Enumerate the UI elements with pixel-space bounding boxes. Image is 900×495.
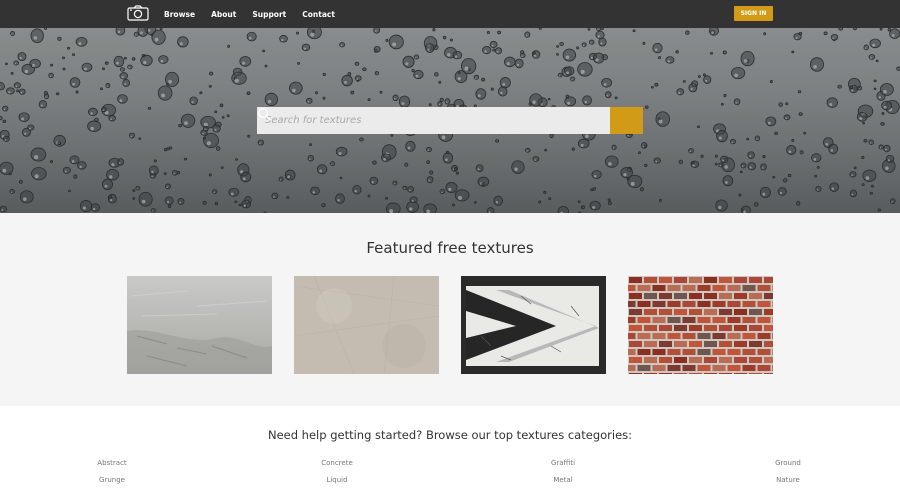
main-nav: Browse About Support Contact — [164, 0, 351, 28]
category-liquid[interactable]: Liquid — [297, 476, 377, 484]
category-grunge[interactable]: Grunge — [72, 476, 152, 484]
arrow-texture-thumbnail[interactable] — [461, 276, 606, 374]
category-nature[interactable]: Nature — [748, 476, 828, 484]
top-navigation-bar: Browse About Support Contact SIGN IN — [0, 0, 900, 28]
category-abstract[interactable]: Abstract — [72, 459, 152, 467]
paper-texture-thumbnail[interactable] — [294, 276, 439, 374]
search-bar — [257, 107, 643, 134]
category-graffiti[interactable]: Graffiti — [523, 459, 603, 467]
categories-title: Need help getting started? Browse our to… — [267, 428, 633, 442]
nav-contact[interactable]: Contact — [302, 10, 335, 19]
nav-browse[interactable]: Browse — [164, 10, 195, 19]
search-button[interactable] — [257, 107, 643, 134]
category-concrete[interactable]: Concrete — [297, 459, 377, 467]
featured-title: Featured free textures — [366, 239, 534, 257]
nav-about[interactable]: About — [211, 10, 236, 19]
search-icon — [257, 107, 271, 121]
hero-banner — [0, 28, 900, 213]
featured-section: Featured free textures — [0, 213, 900, 406]
sign-in-button[interactable]: SIGN IN — [734, 6, 773, 21]
camera-icon[interactable] — [127, 5, 149, 21]
category-metal[interactable]: Metal — [523, 476, 603, 484]
search-input[interactable] — [257, 107, 610, 134]
concrete-texture-thumbnail[interactable] — [127, 276, 272, 374]
brick-texture-thumbnail[interactable] — [628, 276, 773, 374]
category-ground[interactable]: Ground — [748, 459, 828, 467]
nav-support[interactable]: Support — [252, 10, 286, 19]
